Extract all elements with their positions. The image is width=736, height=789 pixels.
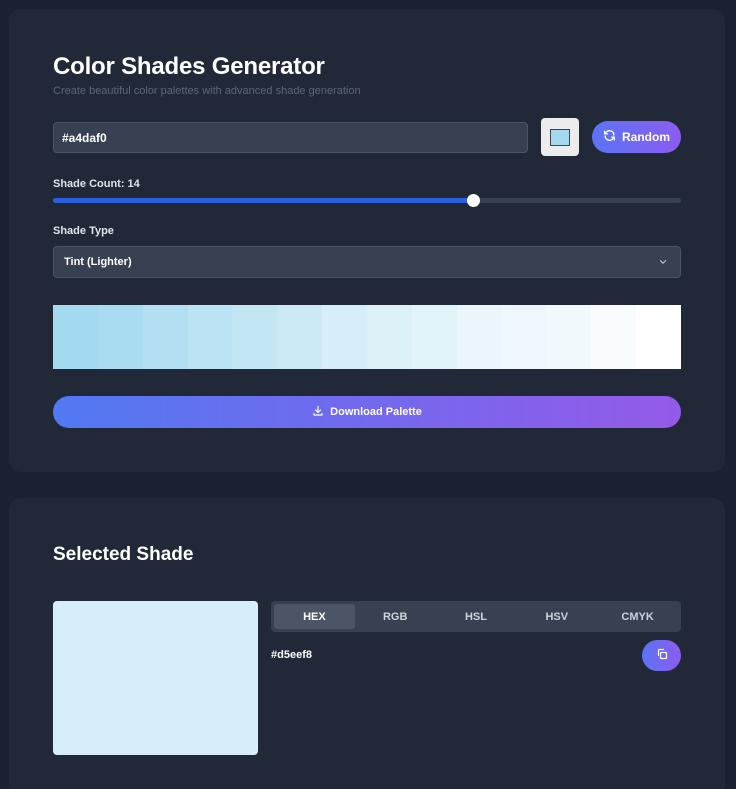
- download-palette-button[interactable]: Download Palette: [53, 396, 681, 428]
- palette-shade[interactable]: [546, 305, 592, 369]
- palette-shade[interactable]: [411, 305, 457, 369]
- shade-type-select[interactable]: Tint (Lighter): [53, 246, 681, 278]
- selected-shade-value: #d5eef8: [271, 649, 312, 661]
- page-title: Color Shades Generator: [53, 53, 325, 80]
- page-subtitle: Create beautiful color palettes with adv…: [53, 85, 361, 97]
- palette-shade[interactable]: [277, 305, 323, 369]
- tab-hex[interactable]: HEX: [274, 604, 355, 629]
- copy-button[interactable]: [642, 640, 681, 671]
- tab-rgb[interactable]: RGB: [355, 604, 436, 629]
- copy-icon: [656, 647, 668, 665]
- palette-shade[interactable]: [142, 305, 188, 369]
- color-swatch: [550, 128, 570, 146]
- tab-hsv[interactable]: HSV: [516, 604, 597, 629]
- tab-hsl[interactable]: HSL: [436, 604, 517, 629]
- palette-shade[interactable]: [53, 305, 98, 369]
- palette-shade[interactable]: [501, 305, 547, 369]
- shade-palette: [53, 305, 682, 369]
- selected-shade-card: Selected Shade HEX RGB HSL HSV CMYK #d5eef8: [9, 498, 725, 789]
- color-picker-button[interactable]: [541, 118, 579, 156]
- palette-shade[interactable]: [591, 305, 637, 369]
- tab-cmyk[interactable]: CMYK: [597, 604, 678, 629]
- shade-count-label: Shade Count: 14: [53, 178, 140, 190]
- shade-type-value: Tint (Lighter): [64, 256, 132, 268]
- palette-shade[interactable]: [97, 305, 143, 369]
- chevron-down-icon: [658, 257, 668, 270]
- slider-thumb[interactable]: [467, 194, 481, 207]
- refresh-icon: [603, 129, 616, 145]
- random-button[interactable]: Random: [592, 121, 681, 153]
- palette-shade[interactable]: [322, 305, 368, 369]
- selected-shade-preview: [53, 601, 258, 755]
- shade-count-slider[interactable]: [53, 194, 681, 207]
- slider-fill: [53, 198, 474, 203]
- generator-card: Color Shades Generator Create beautiful …: [9, 9, 725, 472]
- palette-shade[interactable]: [232, 305, 278, 369]
- palette-shade[interactable]: [367, 305, 412, 369]
- hex-input[interactable]: [53, 122, 528, 153]
- random-button-label: Random: [622, 130, 670, 144]
- download-icon: [312, 405, 324, 420]
- format-tabs: HEX RGB HSL HSV CMYK: [271, 601, 681, 632]
- selected-shade-title: Selected Shade: [53, 544, 194, 565]
- download-button-label: Download Palette: [330, 406, 422, 418]
- palette-shade[interactable]: [636, 305, 682, 369]
- palette-shade[interactable]: [187, 305, 233, 369]
- shade-type-label: Shade Type: [53, 225, 114, 237]
- palette-shade[interactable]: [456, 305, 502, 369]
